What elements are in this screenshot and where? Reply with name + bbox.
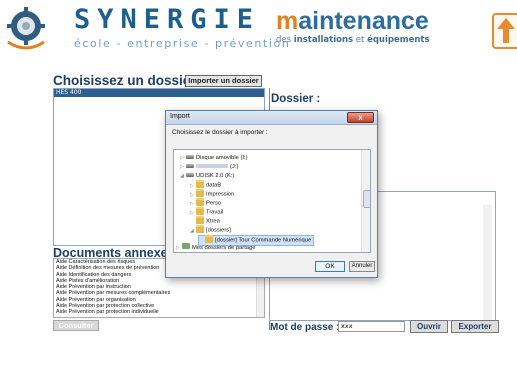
dialog-title: Import (170, 113, 190, 120)
arrow-up-icon (497, 18, 515, 43)
folder-icon (196, 216, 204, 224)
tree-item[interactable]: ▷ dataB (190, 180, 222, 190)
folder-icon (196, 198, 204, 206)
drive-icon (186, 173, 194, 178)
folder-icon (205, 235, 213, 243)
tree-item[interactable]: ◢ [dossiers] (190, 225, 231, 235)
open-button[interactable]: Ouvrir (410, 320, 448, 333)
product-subtitle-mid: et (355, 35, 365, 45)
tree-item-label: Xtrea (206, 218, 220, 225)
tree-item[interactable]: ▷ Travail (190, 207, 224, 217)
tree-item-label: Disque amovible (I:) (196, 155, 248, 161)
folder-icon (196, 189, 204, 197)
brand-logo-text: SYNERGIE (74, 4, 261, 35)
list-item[interactable]: Aide Prévention par protection individue… (54, 309, 264, 315)
close-icon[interactable]: x (347, 112, 374, 123)
tree-item-label: [dossiers] (206, 227, 231, 234)
tree-scroll-thumb[interactable] (363, 190, 370, 208)
tree-scrollbar[interactable] (361, 150, 370, 252)
tree-item[interactable]: ▷ Mes dossiers de partage (176, 243, 256, 252)
password-input[interactable]: xxx (338, 321, 405, 332)
import-folder-button[interactable]: Importer un dossier (185, 75, 262, 87)
tree-item[interactable]: ◢ UDISK 2.0 (K:) (180, 172, 234, 181)
brand-tagline: école - entreprise - prévention (74, 37, 291, 50)
network-folder-icon (182, 243, 190, 250)
folder-icon (196, 225, 204, 233)
tree-item[interactable]: Xtrea (190, 216, 220, 226)
dialog-prompt: Choisissez le dossier à importer : (172, 129, 268, 136)
dossier-label: Dossier : (271, 93, 321, 105)
cancel-button[interactable]: Annuler (349, 261, 375, 272)
tree-item-label: [dossier] Tour Commande Numérique (215, 237, 312, 244)
tree-item-label: Travail (206, 209, 224, 216)
product-subtitle-word1: installations (293, 35, 354, 45)
tree-item-label: Impression (206, 191, 235, 198)
password-label: Mot de passe : (270, 322, 340, 333)
tree-item-label: Mes dossiers de partage (192, 245, 256, 251)
import-dialog: Import x Choisissez le dossier à importe… (165, 110, 378, 278)
dialog-titlebar[interactable]: Import x (166, 111, 377, 125)
product-title: maintenance (276, 7, 429, 36)
product-subtitle-prefix: des (276, 35, 292, 45)
folder-list-item-selected[interactable]: HES 400 (54, 89, 264, 97)
redacted-drive-name (196, 164, 228, 169)
product-title-rest: aintenance (298, 7, 429, 35)
tree-item-label: (J:) (230, 164, 239, 170)
consult-button[interactable]: Consulter (53, 320, 99, 331)
folder-icon (196, 207, 204, 215)
product-subtitle: des installations et équipements (276, 35, 430, 45)
tree-item-label: dataB (206, 182, 222, 189)
tree-item[interactable]: ▷ (J:) (180, 163, 238, 172)
export-button[interactable]: Exporter (451, 320, 499, 333)
tree-item-label: UDISK 2.0 (K:) (196, 173, 235, 179)
tree-item[interactable]: ▷ Disque amovible (I:) (180, 154, 248, 163)
choose-folder-heading: Choisissez un dossier (53, 73, 196, 88)
tree-item[interactable]: ▷ Perso (190, 198, 222, 208)
gear-logo-icon (7, 7, 45, 50)
folder-icon (196, 180, 204, 188)
product-title-initial: m (276, 7, 299, 35)
drive-icon (186, 164, 194, 169)
folder-tree[interactable]: ▷ Disque amovible (I:) ▷ (J:) ◢ UDISK 2.0 (… (173, 149, 371, 253)
drive-icon (186, 155, 194, 160)
tree-item-label: Perso (206, 200, 222, 207)
ok-button[interactable]: OK (315, 261, 345, 272)
upload-button[interactable] (492, 13, 517, 49)
content-scrollbar[interactable] (483, 205, 492, 322)
product-subtitle-word2: équipements (367, 35, 430, 45)
